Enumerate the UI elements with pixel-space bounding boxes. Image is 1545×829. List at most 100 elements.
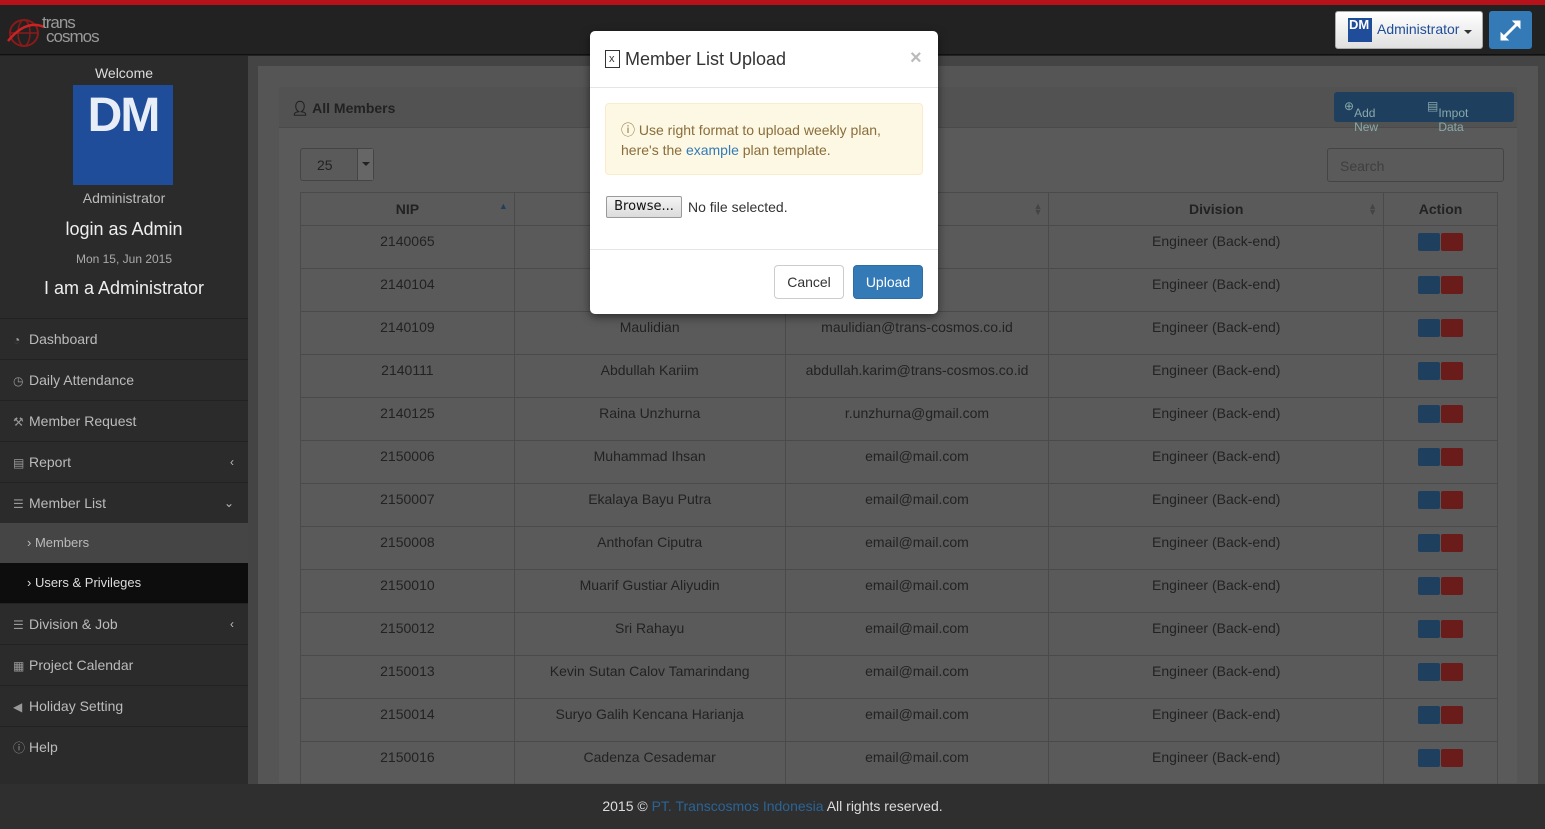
sidebar-subitem-users-privileges[interactable]: › Users & Privileges [0, 563, 248, 603]
cell-action [1383, 354, 1498, 398]
cell-email: email@mail.com [784, 526, 1050, 570]
cell-division: Engineer (Back-end) [1048, 440, 1385, 484]
edit-button[interactable] [1418, 276, 1441, 294]
footer-rights: All rights reserved. [826, 798, 943, 814]
cell-nip: 2150013 [300, 655, 515, 699]
edit-button[interactable] [1418, 319, 1441, 337]
edit-button[interactable] [1418, 448, 1441, 466]
panel-title: 👤︎ All Members [291, 100, 395, 117]
modal-header: Member List Upload × [590, 31, 938, 88]
footer-copyright: 2015 © [602, 798, 648, 814]
edit-button[interactable] [1418, 233, 1441, 251]
example-template-link[interactable]: example [686, 142, 739, 158]
column-header-division[interactable]: Division ▲ ▼ [1048, 192, 1385, 226]
edit-button[interactable] [1418, 491, 1441, 509]
table-row: 2150010 Muarif Gustiar Aliyudin email@mail… [300, 569, 1498, 613]
edit-button[interactable] [1418, 534, 1441, 552]
cell-email: email@mail.com [784, 698, 1050, 742]
delete-button[interactable] [1441, 749, 1464, 767]
delete-button[interactable] [1441, 577, 1464, 595]
cell-action [1383, 268, 1498, 312]
delete-button[interactable] [1441, 276, 1464, 294]
edit-button[interactable] [1418, 663, 1441, 681]
cell-nip: 2150014 [300, 698, 515, 742]
sidebar-item-dashboard[interactable]: ◔ Dashboard [0, 318, 248, 359]
table-row: 2140109 Maulidian maulidian@trans-cosmos.c… [300, 311, 1498, 355]
close-icon[interactable]: × [910, 47, 922, 70]
cell-division: Engineer (Back-end) [1048, 311, 1385, 355]
delete-button[interactable] [1441, 405, 1464, 423]
cell-nip: 2150010 [300, 569, 515, 613]
transcosmos-logo[interactable]: trans cosmos [6, 13, 116, 53]
page-size-select[interactable]: 25 [300, 148, 374, 181]
sidebar-item-project-calendar[interactable]: ▦ Project Calendar [0, 644, 248, 685]
sidebar-item-member-list[interactable]: ☰ Member List ⌄ [0, 482, 248, 523]
import-data-button[interactable]: ▤ Impot Data [1427, 99, 1468, 134]
edit-button[interactable] [1418, 405, 1441, 423]
chevron-left-icon: ‹ [230, 617, 234, 631]
sidebar-item-holiday-setting[interactable]: ◀ Holiday Setting [0, 685, 248, 726]
alert-text: here's the [621, 142, 683, 158]
upload-button[interactable]: Upload [853, 265, 923, 299]
fullscreen-button[interactable] [1489, 11, 1532, 49]
sidebar-item-help[interactable]: ⓘ Help [0, 726, 248, 767]
delete-button[interactable] [1441, 620, 1464, 638]
cell-name: Muhammad Ihsan [513, 440, 786, 484]
delete-button[interactable] [1441, 233, 1464, 251]
cell-email: email@mail.com [784, 440, 1050, 484]
panel-title-text: All Members [312, 100, 396, 116]
search-placeholder: Search [1340, 158, 1385, 174]
cell-division: Engineer (Back-end) [1048, 526, 1385, 570]
column-header-nip[interactable]: NIP ▲ [300, 192, 515, 226]
column-header-action: Action [1383, 192, 1498, 226]
sidebar-item-label: Help [29, 739, 58, 755]
cell-division: Engineer (Back-end) [1048, 655, 1385, 699]
edit-button[interactable] [1418, 749, 1441, 767]
delete-button[interactable] [1441, 534, 1464, 552]
delete-button[interactable] [1441, 706, 1464, 724]
cell-nip: 2150007 [300, 483, 515, 527]
browse-button[interactable]: Browse... [606, 196, 682, 218]
cell-action [1383, 741, 1498, 785]
cell-email: r.unzhurna@gmail.com [784, 397, 1050, 441]
dropdown-arrow-icon [357, 149, 373, 180]
add-new-button[interactable]: ⊕ Add New [1344, 99, 1378, 134]
sidebar-subitem-members[interactable]: › Members [0, 523, 248, 563]
sidebar-item-report[interactable]: ▤ Report ‹ [0, 441, 248, 482]
login-status: login as Admin [65, 219, 183, 239]
sidebar-item-label: Member List [29, 495, 107, 511]
sort-icon: ▲ ▼ [1033, 201, 1043, 217]
cell-division: Engineer (Back-end) [1048, 354, 1385, 398]
search-input[interactable]: Search [1327, 148, 1504, 182]
file-status: No file selected. [688, 199, 788, 215]
sidebar-item-daily-attendance[interactable]: ◷ Daily Attendance [0, 359, 248, 400]
edit-button[interactable] [1418, 577, 1441, 595]
edit-button[interactable] [1418, 362, 1441, 380]
delete-button[interactable] [1441, 362, 1464, 380]
delete-button[interactable] [1441, 663, 1464, 681]
cell-division: Engineer (Back-end) [1048, 483, 1385, 527]
footer-company-link[interactable]: PT. Transcosmos Indonesia [652, 798, 824, 814]
sidebar-item-division-job[interactable]: ☰ Division & Job ‹ [0, 603, 248, 644]
admin-dropdown-button[interactable]: DM Administrator [1335, 11, 1483, 49]
cell-action [1383, 311, 1498, 355]
delete-button[interactable] [1441, 319, 1464, 337]
sidebar: Welcome DM Administrator login as Admin … [0, 56, 248, 784]
cell-action [1383, 397, 1498, 441]
cell-action [1383, 612, 1498, 656]
delete-button[interactable] [1441, 448, 1464, 466]
edit-button[interactable] [1418, 706, 1441, 724]
expand-icon [1500, 20, 1521, 41]
sidebar-item-member-request[interactable]: ⚒ Member Request [0, 400, 248, 441]
cancel-button[interactable]: Cancel [774, 265, 844, 299]
chevron-left-icon: ‹ [230, 455, 234, 469]
page-size-value: 25 [317, 157, 333, 173]
calendar-icon: ▦ [13, 659, 25, 673]
sort-asc-icon: ▲ [498, 201, 508, 211]
edit-button[interactable] [1418, 620, 1441, 638]
cell-nip: 2140104 [300, 268, 515, 312]
delete-button[interactable] [1441, 491, 1464, 509]
cell-name: Maulidian [513, 311, 786, 355]
cell-nip: 2150006 [300, 440, 515, 484]
cell-nip: 2150008 [300, 526, 515, 570]
